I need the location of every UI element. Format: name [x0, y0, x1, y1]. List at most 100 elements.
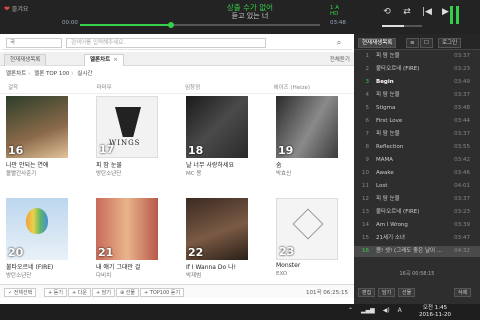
- artist-name[interactable]: 볼빨간사춘기: [6, 169, 76, 177]
- close-icon[interactable]: ×: [113, 57, 118, 63]
- artist-name[interactable]: 박재범: [186, 271, 256, 279]
- playlist-item[interactable]: 3 Begin 03:49: [354, 77, 480, 88]
- progress-bar[interactable]: [80, 22, 320, 28]
- song-artist[interactable]: 듣고 있는 너: [150, 12, 350, 21]
- chart-card[interactable]: 20 불타오르네 (FIRE) 방탄소년단: [6, 198, 72, 296]
- breadcrumb-item[interactable]: 멜론 TOP 100: [34, 71, 69, 77]
- playlist-item[interactable]: 11 Lost 04:01: [354, 181, 480, 192]
- song-title[interactable]: 피 땀 눈물: [96, 160, 166, 169]
- quality-tag: 1 A HD: [330, 5, 340, 17]
- song-title[interactable]: 내 얘기 그대만 걸: [96, 262, 166, 271]
- list-item[interactable]: 임창정: [177, 82, 266, 93]
- tab-current-playlist[interactable]: 현재재생목록: [358, 38, 397, 48]
- playlist-item[interactable]: 8 Reflection 03:55: [354, 142, 480, 153]
- album-art[interactable]: 19: [276, 96, 338, 158]
- track-number: 15: [362, 235, 369, 241]
- playlist-item[interactable]: 9 MAMA 03:42: [354, 155, 480, 166]
- taskbar-clock[interactable]: 오전 1:45 2016-11-20: [410, 305, 460, 319]
- song-title[interactable]: 숨: [276, 160, 346, 169]
- artist-name[interactable]: 다비치: [96, 271, 166, 279]
- playlist-item[interactable]: 2 불타오르네 (FIRE) 03:23: [354, 64, 480, 75]
- chart-card[interactable]: 16 나만 안되는 연애 볼빨간사춘기: [6, 96, 72, 194]
- search-icon[interactable]: ⌕: [334, 38, 344, 48]
- list-item[interactable]: 헤이즈 (Heize): [266, 82, 355, 93]
- download-button[interactable]: + 다운: [68, 288, 91, 297]
- tab-melon-chart[interactable]: 멜론차트 ×: [84, 54, 124, 66]
- playlist-item[interactable]: 4 피 땀 눈물 03:37: [354, 90, 480, 101]
- gift-button[interactable]: 선물: [398, 288, 416, 297]
- breadcrumb-item[interactable]: 멜론차트: [6, 71, 26, 77]
- chart-card[interactable]: WINGS 17 피 땀 눈물 방탄소년단: [96, 96, 162, 194]
- song-title[interactable]: 불타오르네 (FIRE): [6, 262, 76, 271]
- playlist-item[interactable]: 10 Awake 03:46: [354, 168, 480, 179]
- song-title[interactable]: Monster: [276, 262, 346, 269]
- chart-card[interactable]: 21 내 얘기 그대만 걸 다비치: [96, 198, 162, 296]
- list-item[interactable]: 걸작: [0, 82, 89, 93]
- song-title[interactable]: 날 너무 사랑하세요: [186, 160, 256, 169]
- song-title[interactable]: 나만 안되는 연애: [6, 160, 76, 169]
- add-button[interactable]: 담기: [378, 288, 396, 297]
- playlist-item[interactable]: 6 First Love 03:44: [354, 116, 480, 127]
- volume-icon[interactable]: ◀): [383, 307, 390, 314]
- playlist-item[interactable]: 7 피 땀 눈물 03:37: [354, 129, 480, 140]
- playlist-item[interactable]: 5 Stigma 03:48: [354, 103, 480, 114]
- list-item[interactable]: 마마무: [89, 82, 178, 93]
- track-title: 불타오르네 (FIRE): [376, 209, 420, 215]
- playlist-item[interactable]: 12 피 땀 눈물 03:37: [354, 194, 480, 205]
- playlist-item[interactable]: 16 봄! 셋! (그래도 좋은 날이 ... 04:32: [354, 246, 480, 257]
- search-input[interactable]: 검색어를 입력해주세요.: [66, 38, 266, 48]
- chart-card[interactable]: 22 If I Wanna Do 나! 박재범: [186, 198, 252, 296]
- rank-number: 16: [8, 144, 24, 157]
- search-scope-select[interactable]: 곡: [6, 38, 62, 48]
- volume-slider[interactable]: [382, 25, 422, 27]
- artist-name[interactable]: 박효신: [276, 169, 346, 177]
- album-art[interactable]: 18: [186, 96, 248, 158]
- window-icon[interactable]: ☐: [420, 38, 433, 48]
- album-art[interactable]: 23: [276, 198, 338, 260]
- album-art[interactable]: 21: [96, 198, 158, 260]
- listen-button[interactable]: + 듣기: [44, 288, 67, 297]
- progress-knob[interactable]: [168, 22, 175, 28]
- repeat-icon[interactable]: ⟲: [380, 5, 394, 19]
- album-art[interactable]: 16: [6, 96, 68, 158]
- chart-card[interactable]: 19 숨 박효신: [276, 96, 342, 194]
- chevron-up-icon[interactable]: ⌃: [348, 307, 353, 314]
- album-art[interactable]: WINGS 17: [96, 96, 158, 158]
- track-duration: 03:44: [454, 118, 470, 124]
- playlist-item[interactable]: 14 Am I Wrong 03:39: [354, 220, 480, 231]
- tab-now-playing[interactable]: 현재재생목록: [4, 54, 47, 66]
- play-all-link[interactable]: 전체듣기: [330, 55, 350, 63]
- song-title[interactable]: If I Wanna Do 나!: [186, 262, 256, 271]
- delete-button[interactable]: 삭제: [454, 288, 472, 297]
- shuffle-icon[interactable]: ⇄: [400, 5, 414, 19]
- artist-name[interactable]: 방탄소년단: [96, 169, 166, 177]
- track-number: 10: [362, 170, 369, 176]
- edit-button[interactable]: 편집: [358, 288, 376, 297]
- artist-name[interactable]: MC 몽: [186, 169, 256, 177]
- track-title: First Love: [376, 118, 403, 124]
- album-art[interactable]: 22: [186, 198, 248, 260]
- gift-button[interactable]: ⊕ 선물: [116, 288, 139, 297]
- user-area[interactable]: ❤ 즐겨요: [4, 4, 64, 16]
- playlist-item[interactable]: 1 피 땀 눈물 03:37: [354, 51, 480, 62]
- artist-name[interactable]: EXO: [276, 271, 346, 277]
- now-playing: 상출 수가 없어 듣고 있는 너: [150, 3, 350, 21]
- chart-card[interactable]: 18 날 너무 사랑하세요 MC 몽: [186, 96, 252, 194]
- chart-card[interactable]: 23 Monster EXO: [276, 198, 342, 296]
- ime-indicator[interactable]: A: [398, 307, 402, 314]
- playlist-item[interactable]: 15 21세기 소녀 03:47: [354, 233, 480, 244]
- login-button[interactable]: 로그인: [438, 38, 462, 48]
- prev-icon[interactable]: |◀: [420, 5, 434, 19]
- listen-top100-button[interactable]: + TOP100 듣기: [140, 288, 185, 297]
- song-title[interactable]: 상출 수가 없어: [150, 3, 350, 12]
- player-bar: ❤ 즐겨요 상출 수가 없어 듣고 있는 너 1 A HD 00:00 03:48…: [0, 0, 480, 34]
- pause-button[interactable]: [448, 6, 462, 26]
- network-icon[interactable]: ▂▄▆: [361, 307, 375, 314]
- select-all-button[interactable]: ✓ 전체선택: [4, 288, 37, 297]
- list-icon[interactable]: ≡: [406, 38, 419, 48]
- heart-icon[interactable]: ❤: [4, 5, 10, 13]
- artist-name[interactable]: 방탄소년단: [6, 271, 76, 279]
- playlist-item[interactable]: 13 불타오르네 (FIRE) 03:23: [354, 207, 480, 218]
- add-button[interactable]: + 담기: [92, 288, 115, 297]
- album-art[interactable]: 20: [6, 198, 68, 260]
